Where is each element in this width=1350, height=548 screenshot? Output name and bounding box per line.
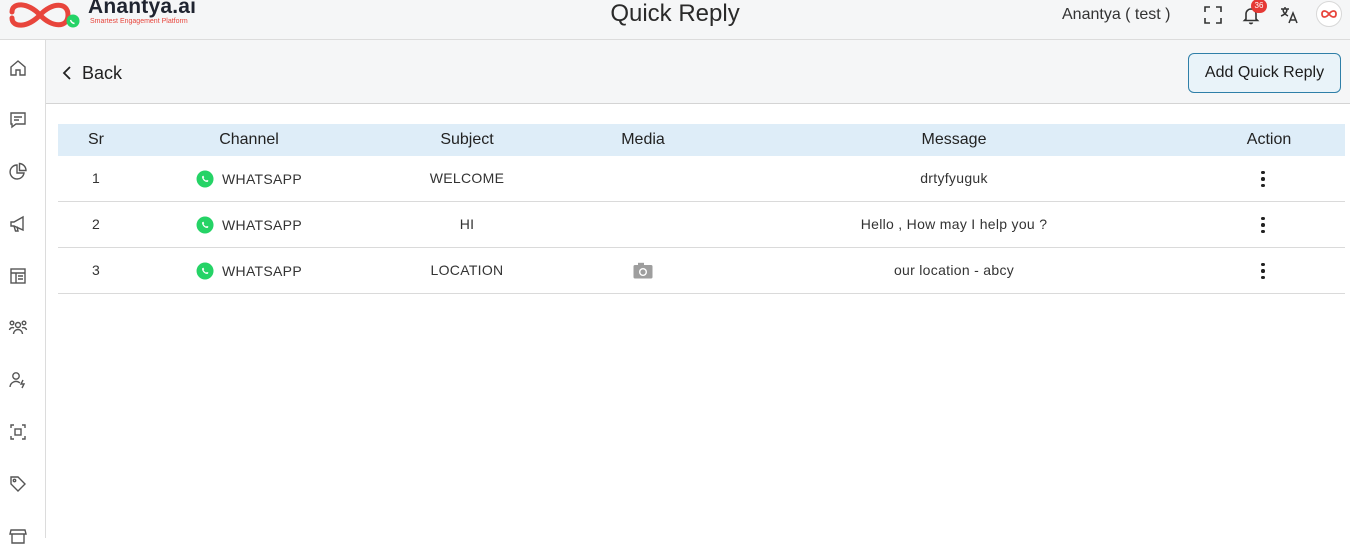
channel-label: WHATSAPP — [222, 217, 302, 233]
table-row: 3 WHATSAPP LOCATION our location - abcy — [58, 248, 1345, 294]
chevron-left-icon — [62, 66, 71, 80]
row-sr: 2 — [91, 216, 101, 232]
add-quick-reply-button[interactable]: Add Quick Reply — [1188, 53, 1341, 93]
analytics-icon — [9, 162, 27, 180]
sidebar-item-tags[interactable] — [6, 472, 30, 496]
sidebar-item-agents[interactable] — [6, 368, 30, 392]
row-message: drtyfyuguk — [920, 170, 988, 186]
sub-header: Back Add Quick Reply — [46, 40, 1350, 104]
row-subject: LOCATION — [430, 262, 504, 278]
column-header-channel: Channel — [219, 131, 279, 148]
brand-logo[interactable]: Anantya.ai Smartest Engagement Platform — [4, 0, 204, 32]
top-header: Anantya.ai Smartest Engagement Platform … — [0, 0, 1350, 40]
column-header-subject: Subject — [440, 131, 494, 148]
back-label: Back — [82, 62, 123, 83]
row-actions-menu-icon[interactable] — [1257, 260, 1269, 282]
integration-icon — [10, 424, 26, 440]
table-header: Sr Channel Subject Media Message Action — [58, 124, 1345, 156]
column-header-message: Message — [921, 131, 987, 148]
logo-mark-icon — [9, 2, 80, 28]
avatar-logo-icon — [1321, 10, 1337, 18]
channel-label: WHATSAPP — [222, 171, 302, 187]
camera-icon[interactable] — [633, 262, 653, 279]
quick-reply-table: Sr Channel Subject Media Message Action … — [58, 124, 1345, 294]
row-channel: WHATSAPP — [196, 216, 302, 234]
chat-icon — [10, 112, 26, 129]
brand-tagline: Smartest Engagement Platform — [90, 18, 188, 25]
row-message: Hello , How may I help you ? — [860, 216, 1048, 232]
megaphone-icon — [10, 215, 24, 232]
table-row: 1 WHATSAPP WELCOME drtyfyuguk — [58, 156, 1345, 202]
row-message: our location - abcy — [893, 262, 1015, 278]
row-subject: WELCOME — [429, 170, 505, 186]
sidebar-item-contacts[interactable] — [6, 316, 30, 340]
contacts-icon — [8, 320, 28, 335]
template-icon — [10, 268, 26, 284]
sidebar-item-integrations[interactable] — [6, 420, 30, 444]
row-channel: WHATSAPP — [196, 262, 302, 280]
back-button[interactable]: Back — [62, 60, 122, 86]
table-row: 2 WHATSAPP HI Hello , How may I help you… — [58, 202, 1345, 248]
row-actions-menu-icon[interactable] — [1257, 168, 1269, 190]
translate-icon[interactable] — [1278, 4, 1300, 26]
user-name[interactable]: Anantya ( test ) — [1062, 6, 1171, 24]
sidebar-item-campaigns[interactable] — [6, 212, 30, 236]
sidebar-item-templates[interactable] — [6, 264, 30, 288]
brand-name: Anantya.ai — [88, 0, 197, 18]
row-subject: HI — [459, 216, 475, 232]
agent-icon — [9, 372, 26, 389]
notification-badge: 36 — [1251, 0, 1267, 13]
fullscreen-icon[interactable] — [1202, 4, 1224, 26]
sidebar-item-store[interactable] — [6, 524, 30, 548]
store-icon — [9, 529, 27, 544]
whatsapp-icon — [196, 262, 214, 280]
sidebar-item-chat[interactable] — [6, 108, 30, 132]
home-icon — [10, 60, 26, 76]
sidebar — [0, 40, 46, 544]
column-header-action: Action — [1246, 131, 1292, 148]
row-sr: 3 — [91, 262, 101, 278]
column-header-media: Media — [621, 131, 665, 148]
whatsapp-icon — [196, 216, 214, 234]
whatsapp-icon — [196, 170, 214, 188]
sidebar-item-home[interactable] — [6, 56, 30, 80]
row-actions-menu-icon[interactable] — [1257, 214, 1269, 236]
bell-icon[interactable]: 36 — [1240, 0, 1267, 26]
avatar[interactable] — [1316, 1, 1342, 27]
column-header-sr: Sr — [88, 131, 104, 148]
sidebar-item-analytics[interactable] — [6, 160, 30, 184]
row-sr: 1 — [91, 170, 101, 186]
row-channel: WHATSAPP — [196, 170, 302, 188]
tag-icon — [10, 476, 26, 492]
channel-label: WHATSAPP — [222, 263, 302, 279]
